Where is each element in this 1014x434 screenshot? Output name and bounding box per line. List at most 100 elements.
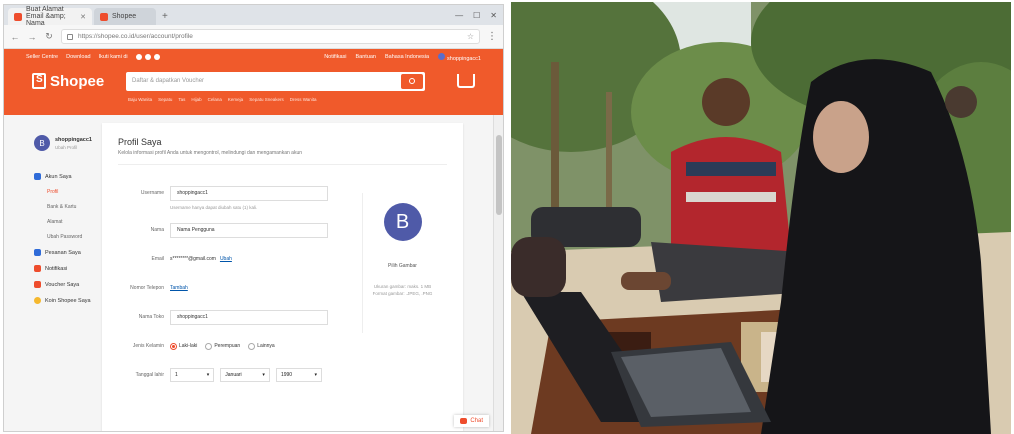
name-row: Nama Nama Pengguna xyxy=(116,222,328,238)
maximize-icon[interactable]: ☐ xyxy=(473,11,480,20)
url-input[interactable]: https://shopee.co.id/user/account/profil… xyxy=(61,29,480,44)
sidebar-item-vouchers[interactable]: Voucher Saya xyxy=(34,281,102,288)
shopee-logo[interactable]: Shopee xyxy=(32,73,114,90)
sidebar-sub-bank[interactable]: Bank & Kartu xyxy=(47,204,102,210)
username-field[interactable]: shoppingacc1 xyxy=(170,185,328,201)
page-title: Profil Saya xyxy=(118,137,162,147)
shopee-favicon-icon xyxy=(14,12,22,21)
suggestion-link[interactable]: Kemeja xyxy=(228,97,243,102)
back-icon[interactable]: ← xyxy=(10,32,20,42)
user-menu[interactable]: shoppingacc1 xyxy=(438,52,481,62)
sidebar-item-my-account[interactable]: Akun Saya xyxy=(34,173,102,180)
page-subtitle: Kelola informasi profil Anda untuk mengo… xyxy=(118,150,447,165)
email-value: s********@gmail.com xyxy=(170,256,216,262)
scrollbar[interactable] xyxy=(493,115,503,431)
user-menu-label: shoppingacc1 xyxy=(447,55,481,62)
sidebar-item-label: Koin Shopee Saya xyxy=(45,297,91,304)
radio-label: Laki-laki xyxy=(179,343,198,349)
suggestion-link[interactable]: Celana xyxy=(208,97,222,102)
sidebar-sub-address[interactable]: Alamat xyxy=(47,219,102,225)
download-link[interactable]: Download xyxy=(66,54,90,60)
select-value: Januari xyxy=(225,372,242,378)
suggestion-link[interactable]: Hijab xyxy=(191,97,201,102)
pick-image-button[interactable]: Pilih Gambar xyxy=(363,263,442,269)
change-email-link[interactable]: Ubah xyxy=(220,256,232,262)
reload-icon[interactable]: ↻ xyxy=(44,31,54,42)
avatar-format-note: Format gambar: .JPEG, .PNG xyxy=(372,291,433,296)
instagram-icon[interactable] xyxy=(144,54,151,60)
suggestion-link[interactable]: Baju Wanita xyxy=(128,97,152,102)
minimize-icon[interactable]: — xyxy=(455,11,463,20)
suggestion-link[interactable]: Dress Wanita xyxy=(290,97,317,102)
dob-year-select[interactable]: 1990 ▾ xyxy=(275,368,322,382)
suggestion-link[interactable]: Sepatu Sneakers xyxy=(249,97,284,102)
bookmark-star-icon[interactable]: ☆ xyxy=(467,32,474,41)
username-hint: Username hanya dapat diubah satu (1) kal… xyxy=(170,205,258,210)
email-row: Email s********@gmail.com Ubah xyxy=(116,251,328,267)
username-label: Username xyxy=(140,190,164,196)
suggestion-link[interactable]: Sepatu xyxy=(158,97,172,102)
notification-link[interactable]: Notifikasi xyxy=(324,54,346,60)
account-sidebar: B shoppingacc1 Ubah Profil Akun Saya Pro… xyxy=(4,115,102,431)
sidebar-sub-profile[interactable]: Profil xyxy=(47,189,102,195)
chevron-down-icon: ▾ xyxy=(262,372,265,378)
scrollbar-thumb[interactable] xyxy=(496,135,502,215)
chat-button[interactable]: Chat xyxy=(454,415,489,427)
line-icon[interactable] xyxy=(153,54,160,60)
gender-option-other[interactable]: Lainnya xyxy=(248,342,275,350)
sidebar-sub-password[interactable]: Ubah Password xyxy=(47,234,102,240)
forward-icon[interactable]: → xyxy=(27,32,37,42)
search-suggestions: Baju Wanita Sepatu Tas Hijab Celana Keme… xyxy=(4,97,503,102)
search-icon xyxy=(409,78,415,84)
shopee-favicon-icon xyxy=(100,12,108,21)
voucher-icon xyxy=(34,281,41,288)
sidebar-username: shoppingacc1 xyxy=(55,136,92,143)
phone-row: Nomor Telepon Tambah xyxy=(116,280,328,296)
search-input[interactable]: Daftar & dapatkan Voucher xyxy=(126,71,425,91)
name-field[interactable]: Nama Pengguna xyxy=(170,222,328,238)
close-window-icon[interactable]: ✕ xyxy=(490,11,497,20)
sidebar-item-coins[interactable]: Koin Shopee Saya xyxy=(34,297,102,304)
select-value: 1 xyxy=(175,372,178,378)
gender-option-male[interactable]: Laki-laki xyxy=(170,342,198,350)
tab-active[interactable]: Buat Alamat Email &amp; Nama ✕ xyxy=(8,6,92,27)
browser-screenshot: Buat Alamat Email &amp; Nama ✕ Shopee + … xyxy=(3,4,504,432)
dob-month-select[interactable]: Januari ▾ xyxy=(220,368,270,382)
search-button[interactable] xyxy=(401,73,423,89)
seller-centre-link[interactable]: Seller Centre xyxy=(26,54,58,60)
close-tab-icon[interactable]: ✕ xyxy=(80,13,86,21)
suggestion-link[interactable]: Tas xyxy=(178,97,185,102)
cart-icon[interactable] xyxy=(457,74,475,88)
shopee-header: Seller Centre Download Ikuti kami di Not… xyxy=(4,49,503,115)
sidebar-item-label: Akun Saya xyxy=(45,173,72,180)
sidebar-item-label: Voucher Saya xyxy=(45,281,80,288)
user-icon xyxy=(34,173,41,180)
lock-icon xyxy=(67,33,73,40)
radio-label: Perempuan xyxy=(214,343,241,349)
dob-row: Tanggal lahir 1 ▾ Januari ▾ 1990 ▾ xyxy=(116,367,328,383)
photo-illustration xyxy=(511,2,1011,434)
window-controls: — ☐ ✕ xyxy=(455,11,503,20)
top-nav: Seller Centre Download Ikuti kami di Not… xyxy=(4,49,503,65)
sidebar-item-notifications[interactable]: Notifikasi xyxy=(34,265,102,272)
avatar-size-note: Ukuran gambar: maks. 1 MB xyxy=(373,284,432,289)
new-tab-icon[interactable]: + xyxy=(162,11,168,22)
chevron-down-icon: ▾ xyxy=(206,372,210,378)
shop-name-field[interactable]: shoppingacc1 xyxy=(170,309,328,325)
language-link[interactable]: Bahasa Indonesia xyxy=(385,54,429,60)
follow-label: Ikuti kami di xyxy=(98,54,128,60)
sidebar-item-label: Notifikasi xyxy=(45,265,68,272)
help-link[interactable]: Bantuan xyxy=(356,54,377,60)
edit-profile-link[interactable]: Ubah Profil xyxy=(55,145,92,150)
avatar[interactable]: B xyxy=(34,135,50,151)
dob-day-select[interactable]: 1 ▾ xyxy=(170,368,215,382)
sidebar-item-orders[interactable]: Pesanan Saya xyxy=(34,249,102,256)
browser-menu-icon[interactable]: ⋮ xyxy=(487,31,497,42)
email-label: Email xyxy=(151,256,164,262)
tab-inactive[interactable]: Shopee xyxy=(94,8,156,25)
add-phone-link[interactable]: Tambah xyxy=(170,285,188,291)
avatar[interactable]: B xyxy=(383,203,422,241)
gender-option-female[interactable]: Perempuan xyxy=(205,342,241,350)
facebook-icon[interactable] xyxy=(135,54,142,60)
chevron-down-icon: ▾ xyxy=(314,372,317,378)
